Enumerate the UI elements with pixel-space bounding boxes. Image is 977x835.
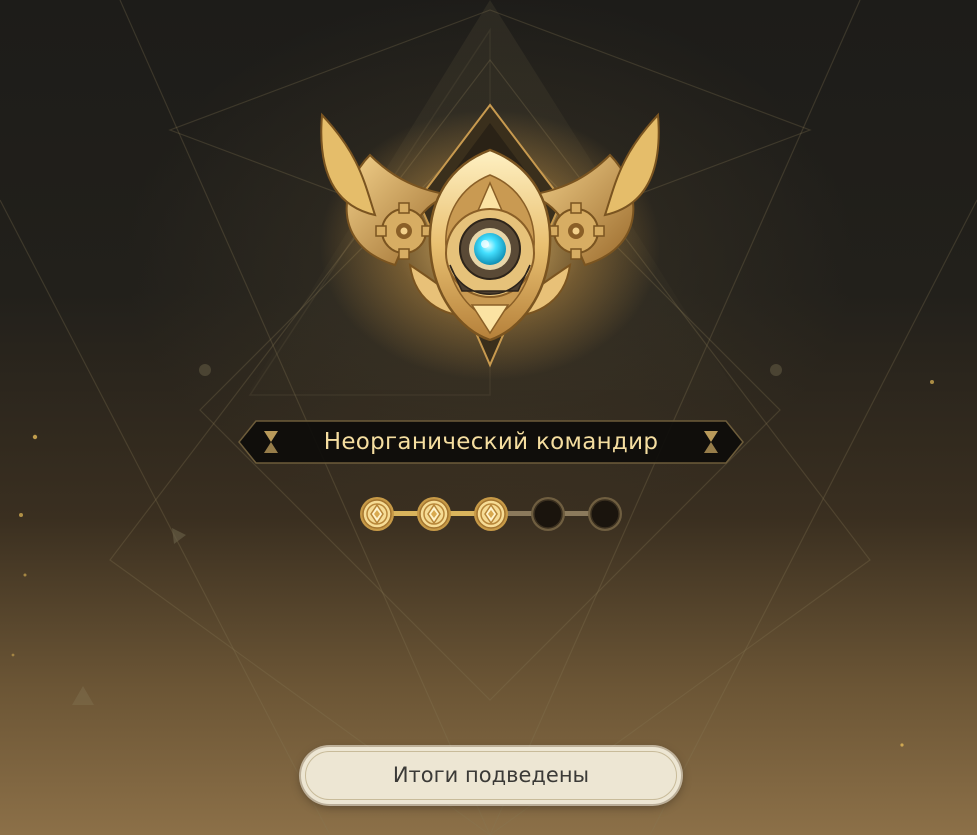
rank-title-banner: Неорганический командир	[238, 420, 744, 464]
star-pip-empty	[587, 496, 623, 532]
confirm-button-label: Итоги подведены	[392, 763, 590, 787]
rank-star-progress	[355, 492, 625, 536]
rank-title: Неорганический командир	[323, 429, 659, 455]
star-pip-filled	[359, 496, 395, 532]
commander-emblem-icon	[320, 103, 660, 380]
star-pip-filled	[416, 496, 452, 532]
rank-result-screen: Неорганический командир Итоги подведены	[0, 0, 977, 835]
confirm-button[interactable]: Итоги подведены	[301, 747, 681, 804]
star-pip-empty	[530, 496, 566, 532]
star-pip-filled	[473, 496, 509, 532]
